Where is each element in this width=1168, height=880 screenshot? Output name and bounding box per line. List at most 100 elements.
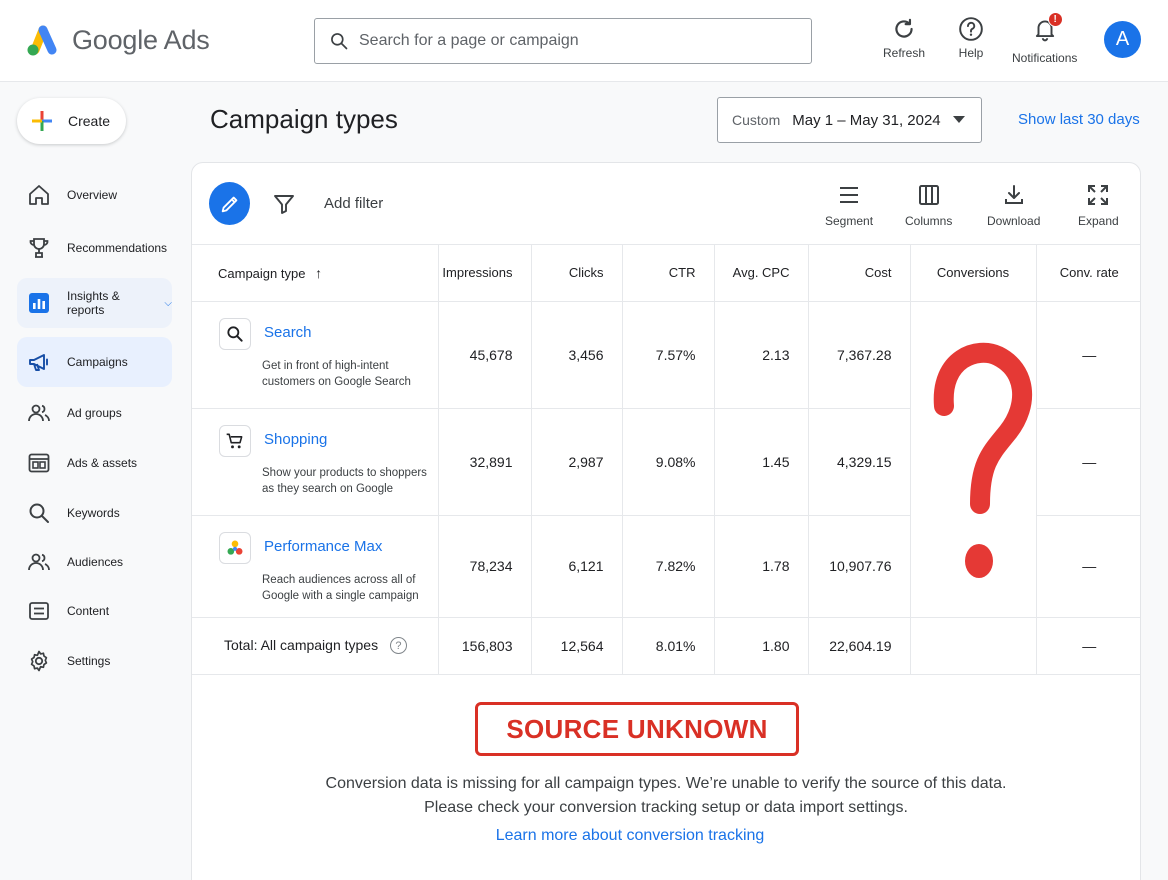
ctr-cell: 9.08% — [622, 408, 715, 516]
column-header-ctr[interactable]: CTR — [622, 245, 715, 302]
date-range-picker[interactable]: Custom May 1 – May 31, 2024 — [717, 97, 982, 143]
impressions-cell: 32,891 — [438, 408, 532, 516]
avg-cpc-total-cell: 1.80 — [714, 617, 809, 675]
ctr-total-cell: 8.01% — [622, 617, 715, 675]
campaign-type-link-performance-max[interactable]: Performance Max — [264, 538, 382, 555]
help-button[interactable]: Help — [958, 16, 984, 60]
sidebar-item-campaigns[interactable]: Campaigns — [17, 337, 172, 387]
help-icon — [959, 17, 983, 41]
conv-rate-cell: — — [1036, 301, 1140, 409]
google-ads-logo[interactable]: Google Ads — [24, 22, 210, 58]
sidebar-item-insights-reports[interactable]: Insights & reports ⌵ — [17, 278, 172, 328]
sidebar-item-label: Content — [67, 604, 110, 618]
ad-icon — [28, 453, 50, 473]
sidebar-item-keywords[interactable]: Keywords — [17, 488, 172, 538]
edit-button[interactable] — [209, 182, 250, 225]
cost-cell: 4,329.15 — [808, 408, 911, 516]
refresh-button[interactable]: Refresh — [883, 16, 925, 60]
notifications-label: Notifications — [1012, 51, 1078, 65]
campaign-type-link-search[interactable]: Search — [264, 324, 312, 341]
trophy-icon — [29, 238, 49, 258]
filter-icon[interactable] — [272, 192, 296, 216]
columns-button[interactable]: Columns — [905, 183, 952, 228]
sidebar-item-overview[interactable]: Overview — [17, 170, 172, 220]
sidebar-item-recommendations[interactable]: Recommendations — [17, 223, 172, 273]
notice-message-line-1: Conversion data is missing for all campa… — [325, 775, 1007, 792]
campaign-type-description: Get in front of high-intent customers on… — [262, 359, 411, 388]
search-campaign-icon — [219, 317, 251, 350]
column-header-conversions[interactable]: Conversions — [910, 245, 1037, 302]
performance-max-campaign-icon — [219, 531, 251, 564]
download-label: Download — [987, 214, 1041, 228]
bar-chart-icon — [29, 293, 49, 313]
cost-total-cell: 22,604.19 — [808, 617, 911, 675]
columns-icon — [918, 185, 939, 205]
campaign-types-card: Add filter Segment Columns Download Expa… — [191, 162, 1141, 880]
conversions-total-cell — [910, 617, 1037, 675]
segment-button[interactable]: Segment — [825, 183, 873, 228]
table-header-row: Campaign type ↑ Impressions Clicks CTR A… — [192, 245, 1140, 302]
sidebar-item-label: Audiences — [67, 555, 124, 569]
clicks-cell: 3,456 — [531, 301, 623, 409]
column-header-impressions[interactable]: Impressions — [438, 245, 532, 302]
sidebar-item-label: Settings — [67, 654, 111, 668]
sidebar-item-settings[interactable]: Settings — [17, 636, 172, 686]
clicks-cell: 2,987 — [531, 408, 623, 516]
expand-label: Expand — [1078, 214, 1119, 228]
campaign-types-table: Campaign type ↑ Impressions Clicks CTR A… — [192, 245, 1140, 675]
avatar[interactable]: A — [1104, 21, 1141, 58]
column-header-clicks[interactable]: Clicks — [531, 245, 623, 302]
top-bar: Google Ads Refresh Help ! No — [0, 0, 1168, 82]
sidebar-item-label: Ad groups — [67, 406, 122, 420]
impressions-cell: 45,678 — [438, 301, 532, 409]
total-row: Total: All campaign types ? 156,803 12,5… — [192, 617, 1140, 675]
expand-button[interactable]: Expand — [1078, 183, 1119, 228]
download-button[interactable]: Download — [987, 183, 1040, 228]
clicks-total-cell: 12,564 — [531, 617, 623, 675]
segment-label: Segment — [825, 214, 874, 228]
campaign-type-cell: Search Get in front of high-intent custo… — [192, 301, 439, 409]
sidebar-item-label: Campaigns — [67, 355, 128, 369]
avg-cpc-cell: 1.45 — [714, 408, 809, 516]
sidebar-item-label: Recommendations — [67, 241, 168, 255]
conv-rate-cell: — — [1036, 408, 1140, 516]
home-icon — [29, 185, 49, 205]
total-label-cell: Total: All campaign types ? — [192, 617, 439, 675]
pencil-icon — [221, 196, 237, 212]
sidebar-item-content[interactable]: Content — [17, 586, 172, 636]
expand-icon — [1088, 185, 1109, 205]
ctr-cell: 7.57% — [622, 301, 715, 409]
performance-max-icon — [227, 540, 243, 555]
ctr-cell: 7.82% — [622, 515, 715, 618]
conversions-merged-cell — [910, 301, 1037, 618]
add-filter-button[interactable]: Add filter — [324, 195, 383, 212]
notifications-button[interactable]: ! Notifications — [1012, 12, 1078, 65]
sidebar-item-ads-assets[interactable]: Ads & assets — [17, 438, 172, 488]
download-icon — [1004, 185, 1023, 204]
column-header-conv-rate[interactable]: Conv. rate — [1036, 245, 1140, 302]
campaign-type-cell: Performance Max Reach audiences across a… — [192, 515, 439, 618]
campaign-type-link-shopping[interactable]: Shopping — [264, 431, 327, 448]
column-header-avg-cpc[interactable]: Avg. CPC — [714, 245, 809, 302]
google-ads-logo-icon — [27, 25, 57, 56]
search-icon — [29, 503, 49, 523]
create-button[interactable]: Create — [17, 98, 126, 144]
sidebar-item-audiences[interactable]: Audiences — [17, 537, 172, 587]
search-input[interactable] — [359, 32, 779, 50]
learn-more-link[interactable]: Learn more about conversion tracking — [191, 827, 1069, 845]
app-name: Google Ads — [72, 24, 210, 55]
sidebar-item-ad-groups[interactable]: Ad groups — [17, 388, 172, 438]
chevron-down-icon[interactable]: ⌵ — [164, 298, 172, 309]
search-box[interactable] — [314, 18, 812, 64]
gear-icon — [30, 650, 48, 672]
show-last-30-days-link[interactable]: Show last 30 days — [1018, 111, 1140, 128]
search-icon — [331, 33, 348, 50]
campaign-type-cell: Shopping Show your products to shoppers … — [192, 408, 439, 516]
column-header-campaign-type[interactable]: Campaign type ↑ — [192, 245, 439, 302]
cost-cell: 10,907.76 — [808, 515, 911, 618]
column-header-cost[interactable]: Cost — [808, 245, 911, 302]
help-icon[interactable]: ? — [389, 637, 407, 655]
help-label: Help — [958, 46, 984, 60]
search-icon — [227, 325, 243, 342]
impressions-cell: 78,234 — [438, 515, 532, 618]
